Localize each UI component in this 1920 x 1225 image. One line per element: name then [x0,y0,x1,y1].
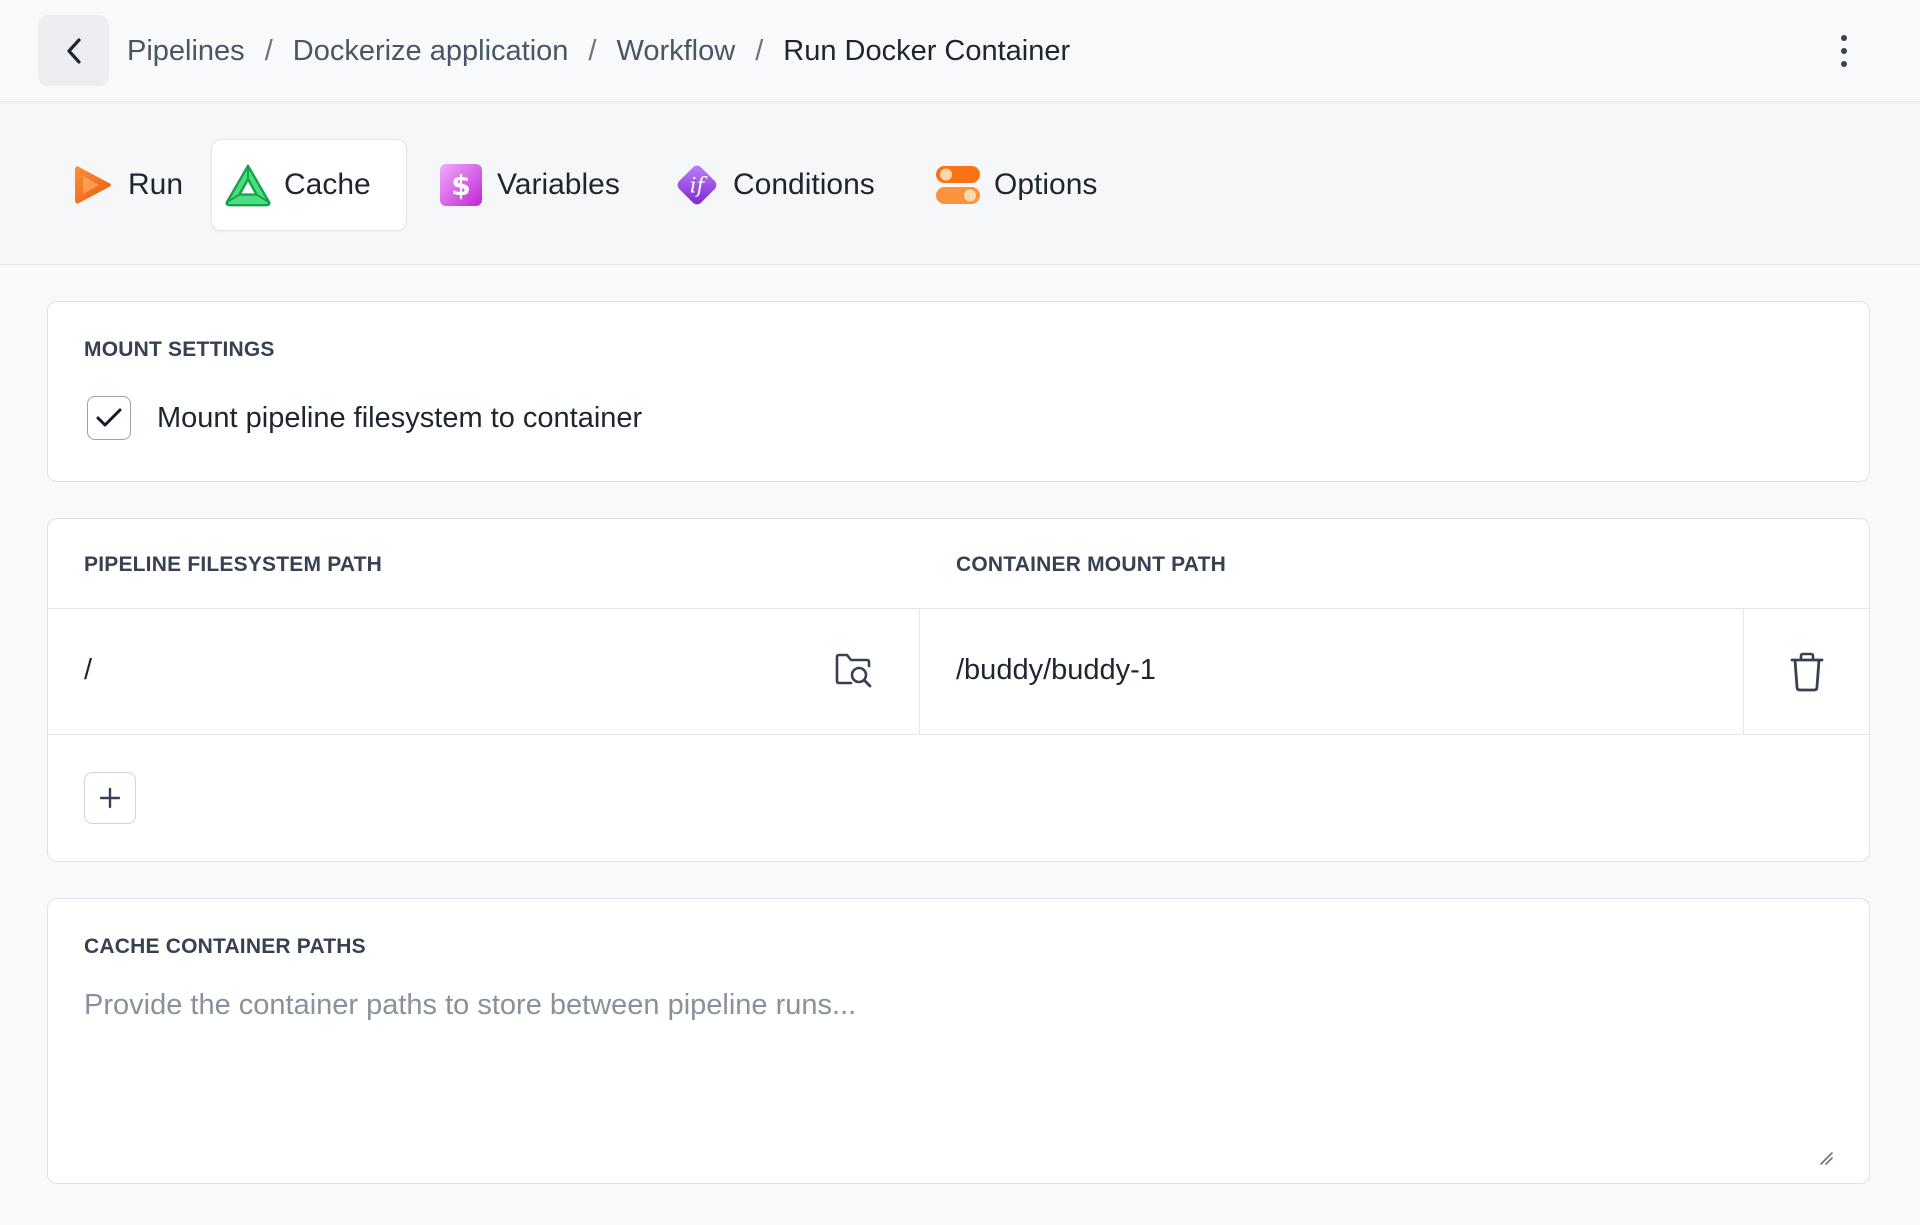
tab-cache[interactable]: Cache [211,139,407,231]
tab-conditions-label: Conditions [733,168,875,201]
tab-run[interactable]: Run [56,139,197,231]
mount-filesystem-label[interactable]: Mount pipeline filesystem to container [157,402,642,435]
svg-text:$: $ [451,169,470,202]
cache-paths-card: CACHE CONTAINER PATHS [47,898,1870,1184]
pipeline-path-cell: / [48,609,920,735]
back-button[interactable] [38,15,109,86]
column-header-pipeline-path: PIPELINE FILESYSTEM PATH [84,553,383,576]
mount-settings-title: MOUNT SETTINGS [84,338,275,361]
breadcrumb-separator: / [588,34,597,67]
browse-folder-button[interactable] [832,649,876,693]
breadcrumb: Pipelines / Dockerize application / Work… [127,30,1070,72]
toggles-icon [934,161,982,209]
tab-variables-label: Variables [497,168,620,201]
column-header-container-path: CONTAINER MOUNT PATH [956,553,1226,576]
tab-variables[interactable]: $ Variables [425,139,634,231]
tab-cache-label: Cache [284,168,371,201]
top-bar: Pipelines / Dockerize application / Work… [0,0,1920,102]
kebab-dot [1841,35,1847,41]
tab-run-label: Run [128,168,184,201]
breadcrumb-current: Run Docker Container [783,34,1071,67]
breadcrumb-pipelines[interactable]: Pipelines [127,35,245,68]
container-path-cell: /buddy/buddy-1 [920,609,1744,735]
cache-paths-textarea[interactable] [84,989,1834,1169]
pipeline-path-value[interactable]: / [84,654,92,687]
mount-settings-card: MOUNT SETTINGS Mount pipeline filesystem… [47,301,1870,482]
mount-paths-table: PIPELINE FILESYSTEM PATH CONTAINER MOUNT… [47,518,1870,862]
folder-search-icon [835,653,872,688]
dollar-icon: $ [437,161,485,209]
tab-options[interactable]: Options [922,139,1111,231]
plus-icon [99,787,121,809]
kebab-dot [1841,48,1847,54]
breadcrumb-separator: / [755,34,764,67]
chevron-left-icon [66,37,81,64]
play-icon [68,161,116,209]
breadcrumb-separator: / [264,34,273,67]
delete-row-button[interactable] [1744,609,1870,735]
tab-options-label: Options [994,168,1098,201]
if-diamond-icon: if [673,161,721,209]
kebab-dot [1841,61,1847,67]
checkmark-icon [96,408,122,427]
table-row: / /buddy/buddy-1 [48,609,1869,735]
mount-filesystem-checkbox[interactable] [87,396,131,440]
more-options-button[interactable] [1826,28,1862,74]
table-header: PIPELINE FILESYSTEM PATH CONTAINER MOUNT… [48,519,1869,609]
breadcrumb-dockerize-application[interactable]: Dockerize application [293,35,569,68]
action-tabs: Run Cache $ Variables if Conditions Opti… [0,103,1920,265]
breadcrumb-workflow[interactable]: Workflow [616,35,735,68]
add-path-button[interactable] [84,772,136,824]
cache-triangle-icon [224,161,272,209]
cache-paths-title: CACHE CONTAINER PATHS [84,935,366,958]
resize-handle-icon[interactable] [1819,1151,1833,1165]
container-path-value[interactable]: /buddy/buddy-1 [956,654,1156,687]
trash-icon [1790,652,1824,692]
tab-conditions[interactable]: if Conditions [661,139,889,231]
